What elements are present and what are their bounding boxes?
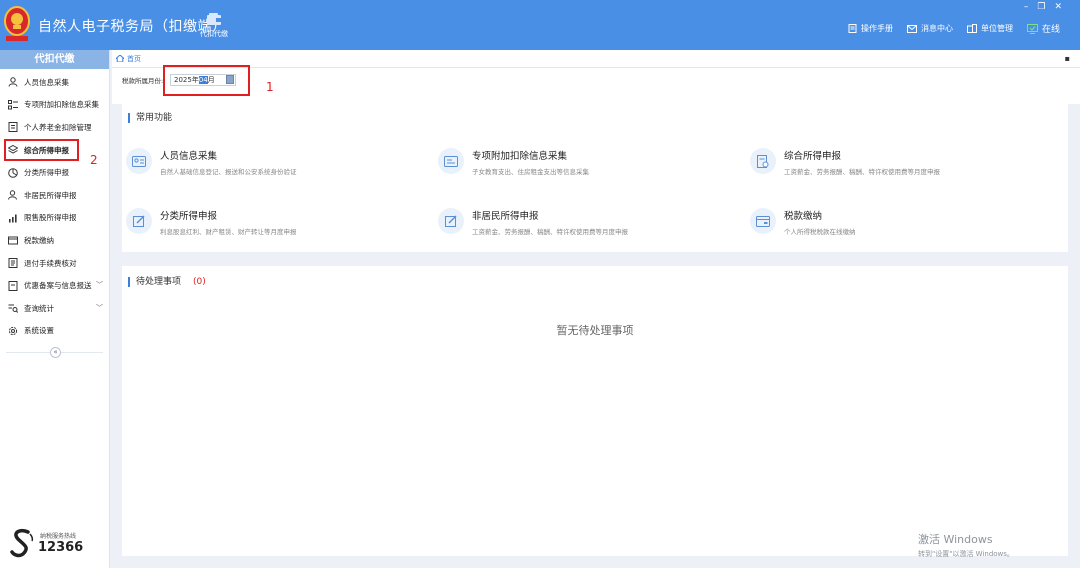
- sidebar-item-tax-payment[interactable]: 税款缴纳: [0, 229, 109, 252]
- sidebar-item-query-stats[interactable]: 查询统计 ﹀: [0, 297, 109, 320]
- annotation-label-2: 2: [90, 153, 98, 167]
- func-desc: 自然人基础信息登记、报送和公安系统身份验证: [160, 168, 297, 176]
- windows-activation-watermark: 激活 Windows 转到"设置"以激活 Windows。: [918, 533, 1014, 558]
- edit-icon: [133, 215, 145, 227]
- window-controls: – ❐ ✕: [1024, 2, 1062, 12]
- func-name: 税款缴纳: [784, 211, 823, 222]
- func-name: 专项附加扣除信息采集: [472, 151, 568, 162]
- maximize-panel-icon[interactable]: ▪: [1065, 54, 1070, 63]
- id-card-icon: [132, 155, 146, 167]
- manual-icon: [848, 24, 857, 33]
- category-icon: [8, 167, 18, 178]
- manual-link[interactable]: 操作手册: [848, 23, 893, 34]
- func-tax-payment[interactable]: 税款缴纳 个人所得税税款在线缴纳: [750, 194, 1050, 252]
- func-name: 人员信息采集: [160, 151, 218, 162]
- func-comprehensive-income[interactable]: 综合所得申报 工资薪金、劳务报酬、稿酬、特许权使用费等月度申报: [750, 134, 1050, 192]
- refund-icon: [8, 258, 18, 269]
- annotation-box-1: [163, 65, 250, 96]
- online-status[interactable]: 在线: [1026, 22, 1060, 35]
- common-functions-panel: 常用功能 人员信息采集 自然人基础信息登记、报送和公安系统身份验证 专项附加扣除…: [122, 102, 1068, 252]
- person-icon: [8, 77, 18, 87]
- sidebar-collapse-button[interactable]: «: [50, 347, 61, 358]
- topnav-label: 代扣代缴: [200, 30, 228, 38]
- func-desc: 工资薪金、劳务报酬、稿酬、特许权使用费等月度申报: [472, 228, 628, 236]
- sidebar: 代扣代缴 人员信息采集 专项附加扣除信息采集 个人养老金扣除管理 综合所得申报 …: [0, 50, 110, 568]
- func-desc: 子女教育支出、住房租金支出等信息采集: [472, 168, 589, 176]
- func-special-deduction[interactable]: 专项附加扣除信息采集 子女教育支出、住房租金支出等信息采集: [438, 134, 738, 192]
- tax-emblem-icon: [4, 6, 30, 41]
- home-icon: [116, 55, 124, 62]
- annotation-box-2: [4, 139, 79, 161]
- service-hotline: 纳税服务热线 12366: [10, 528, 102, 560]
- func-desc: 个人所得税税款在线缴纳: [784, 228, 856, 236]
- online-monitor-icon: [1026, 23, 1038, 34]
- wallet-icon: [207, 13, 221, 25]
- edit-icon: [445, 215, 457, 227]
- list-icon: [8, 99, 18, 110]
- restore-icon[interactable]: ❐: [1037, 2, 1045, 12]
- document-icon: [8, 280, 18, 291]
- building-icon: [966, 24, 977, 33]
- hotline-caption: 纳税服务热线: [40, 533, 77, 540]
- stock-chart-icon: [9, 214, 17, 223]
- annotation-label-1: 1: [266, 80, 274, 94]
- payment-icon: [756, 215, 770, 227]
- query-icon: [8, 304, 18, 314]
- declaration-icon: [757, 154, 769, 168]
- sidebar-item-system-settings[interactable]: 系统设置: [0, 320, 109, 343]
- sidebar-menu: 人员信息采集 专项附加扣除信息采集 个人养老金扣除管理 综合所得申报 分类所得申…: [0, 69, 109, 342]
- func-name: 分类所得申报: [160, 211, 218, 222]
- breadcrumb-home[interactable]: 首页: [127, 54, 141, 64]
- pending-title: 待处理事项 (0): [128, 277, 206, 287]
- hotline-logo-icon: [10, 528, 34, 558]
- wallet-icon: [8, 236, 18, 245]
- func-personnel-info[interactable]: 人员信息采集 自然人基础信息登记、报送和公安系统身份验证: [126, 134, 426, 192]
- pension-icon: [8, 122, 18, 133]
- chevron-down-icon: ﹀: [96, 281, 103, 290]
- sidebar-item-pension[interactable]: 个人养老金扣除管理: [0, 116, 109, 139]
- mail-icon: [906, 24, 917, 33]
- sidebar-item-special-deduction[interactable]: 专项附加扣除信息采集: [0, 94, 109, 117]
- sidebar-item-nonresident-income[interactable]: 非居民所得申报: [0, 184, 109, 207]
- topnav-withholding[interactable]: 代扣代缴: [196, 12, 232, 39]
- sidebar-item-refund-fee[interactable]: 退付手续费核对: [0, 252, 109, 275]
- breadcrumb: 首页 ▪: [112, 50, 1080, 68]
- tax-month-label: 税款所属月份:: [122, 77, 164, 85]
- message-center-link[interactable]: 消息中心: [906, 23, 953, 34]
- pending-panel: 待处理事项 (0) 暂无待处理事项: [122, 266, 1068, 556]
- common-functions-title: 常用功能: [128, 113, 172, 123]
- minimize-icon[interactable]: –: [1024, 2, 1029, 12]
- sidebar-header: 代扣代缴: [0, 50, 109, 69]
- func-name: 非居民所得申报: [472, 211, 539, 222]
- sidebar-item-restricted-stock[interactable]: 限售股所得申报: [0, 207, 109, 230]
- func-category-income[interactable]: 分类所得申报 利息股息红利、财产租赁、财产转让等月度申报: [126, 194, 426, 252]
- gear-icon: [8, 326, 18, 335]
- pending-empty-message: 暂无待处理事项: [556, 324, 634, 337]
- nonresident-icon: [8, 190, 17, 200]
- func-desc: 利息股息红利、财产租赁、财产转让等月度申报: [160, 228, 297, 236]
- unit-management-link[interactable]: 单位管理: [966, 23, 1013, 34]
- pending-count: (0): [193, 277, 206, 287]
- sidebar-item-preferential-filing[interactable]: 优惠备案与信息报送 ﹀: [0, 274, 109, 297]
- func-nonresident-income[interactable]: 非居民所得申报 工资薪金、劳务报酬、稿酬、特许权使用费等月度申报: [438, 194, 738, 252]
- close-icon[interactable]: ✕: [1054, 2, 1062, 12]
- sidebar-item-personnel-info[interactable]: 人员信息采集: [0, 71, 109, 94]
- func-name: 综合所得申报: [784, 151, 842, 162]
- deduction-card-icon: [444, 155, 458, 167]
- top-links: 操作手册 消息中心 单位管理 在线: [848, 22, 1060, 35]
- filter-bar: 税款所属月份:: [112, 68, 1080, 104]
- main-content: 首页 ▪ 税款所属月份: 2025年04月 常用功能 人员信息采集 自然人基础信…: [112, 50, 1080, 568]
- hotline-number: 12366: [38, 540, 84, 555]
- chevron-down-icon: ﹀: [96, 303, 103, 312]
- func-desc: 工资薪金、劳务报酬、稿酬、特许权使用费等月度申报: [784, 168, 940, 176]
- top-bar: 自然人电子税务局（扣缴端） 代扣代缴 – ❐ ✕ 操作手册 消息中心 单位管理 …: [0, 0, 1080, 50]
